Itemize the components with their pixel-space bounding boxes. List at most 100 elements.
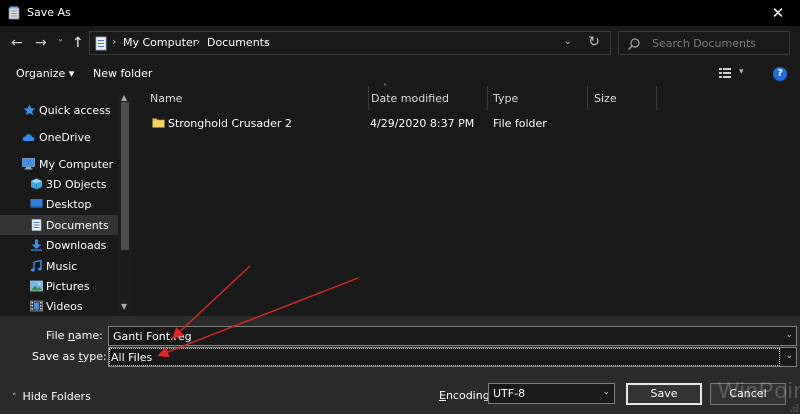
- close-button[interactable]: ✕: [756, 0, 800, 26]
- address-bar[interactable]: › My Computer › Documents › ⌄ ↻: [89, 31, 611, 55]
- sidebar-item-label: Pictures: [46, 280, 90, 293]
- scrollbar-thumb[interactable]: [121, 102, 129, 250]
- window-title: Save As: [27, 6, 71, 19]
- sidebar-item-videos[interactable]: Videos: [0, 296, 118, 316]
- file-type: File folder: [493, 117, 547, 130]
- document-folder-icon: [95, 36, 107, 51]
- label-text: Save as: [32, 350, 79, 363]
- sidebar-item-desktop[interactable]: Desktop: [0, 194, 118, 214]
- close-icon: ✕: [771, 4, 785, 22]
- sidebar-item-label: Music: [46, 260, 78, 273]
- desktop-icon: [30, 199, 43, 208]
- save-as-type-label: Save as type:: [32, 350, 107, 363]
- breadcrumb-my-computer[interactable]: My Computer: [123, 36, 197, 49]
- sidebar-item-label: 3D Objects: [46, 178, 107, 191]
- encoding-select[interactable]: UTF-8 ⌄: [488, 383, 615, 404]
- resize-grip-icon[interactable]: [790, 404, 798, 412]
- document-icon: [31, 219, 42, 231]
- navigation-pane: Quick access OneDrive My Computer 3D Obj…: [0, 94, 132, 316]
- sidebar-item-quick-access[interactable]: Quick access: [0, 100, 118, 120]
- column-header-label: Type: [493, 92, 519, 105]
- sidebar-item-music[interactable]: Music: [0, 256, 118, 276]
- cube-icon: [31, 178, 42, 190]
- column-header-label: Size: [594, 92, 617, 105]
- sidebar-scrollbar[interactable]: ▲ ▼: [118, 93, 132, 316]
- hide-folders-label: Hide Folders: [22, 390, 91, 403]
- file-list: ˄ Name Date modified Type Size Stronghol…: [132, 83, 800, 316]
- forward-button[interactable]: →: [35, 35, 47, 51]
- file-date-modified: 4/29/2020 8:37 PM: [370, 117, 475, 130]
- chevron-down-icon[interactable]: ⌄: [602, 387, 610, 397]
- label-text: ncoding:: [445, 389, 494, 402]
- view-dropdown-button[interactable]: ▾: [739, 67, 744, 77]
- file-name: Stronghold Crusader 2: [168, 117, 292, 130]
- sidebar-item-label: Downloads: [46, 239, 107, 252]
- folder-icon: [152, 118, 165, 128]
- watermark: WinPoin: [718, 378, 800, 403]
- focus-outline: [109, 348, 780, 366]
- breadcrumb-separator: ›: [196, 35, 201, 48]
- encoding-label: Encoding:: [439, 389, 493, 402]
- file-row[interactable]: Stronghold Crusader 2 4/29/2020 8:37 PM …: [144, 114, 664, 134]
- column-header-size[interactable]: Size: [588, 86, 656, 110]
- command-bar: Organize ▾ New folder ▾ ?: [0, 62, 800, 86]
- new-folder-button[interactable]: New folder: [93, 67, 152, 80]
- file-name-input[interactable]: Ganti Font.reg ⌄: [108, 326, 797, 346]
- star-icon: [23, 104, 36, 116]
- breadcrumb-separator: ›: [112, 35, 117, 48]
- download-icon: [31, 239, 42, 251]
- address-dropdown-button[interactable]: ⌄: [564, 36, 572, 47]
- column-header-label: Date modified: [371, 92, 449, 105]
- hide-folders-button[interactable]: ˄ Hide Folders: [12, 390, 91, 403]
- breadcrumb-separator: ›: [264, 35, 269, 48]
- computer-icon: [22, 158, 35, 170]
- label-accesskey: n: [67, 329, 75, 342]
- help-button[interactable]: ?: [773, 67, 787, 81]
- encoding-value: UTF-8: [493, 387, 526, 400]
- label-text: ame:: [74, 329, 103, 342]
- sidebar-item-3d-objects[interactable]: 3D Objects: [0, 174, 118, 194]
- save-as-type-value: All Files: [111, 351, 153, 364]
- video-icon: [30, 300, 43, 312]
- recent-locations-button[interactable]: ˅: [58, 37, 63, 53]
- chevron-up-icon: ˄: [12, 393, 17, 403]
- column-header-date-modified[interactable]: Date modified: [365, 86, 487, 110]
- label-accesskey: E: [439, 389, 446, 402]
- sidebar-item-label: Documents: [46, 219, 109, 232]
- column-header-label: Name: [150, 92, 183, 105]
- sidebar-item-downloads[interactable]: Downloads: [0, 235, 118, 255]
- sidebar-item-label: Desktop: [46, 198, 92, 211]
- organize-button[interactable]: Organize ▾: [16, 67, 74, 80]
- sidebar-item-onedrive[interactable]: OneDrive: [0, 127, 118, 147]
- save-as-type-select[interactable]: All Files ⌄: [108, 347, 797, 367]
- picture-icon: [30, 280, 43, 292]
- chevron-down-icon[interactable]: ⌄: [785, 351, 793, 361]
- file-name-label: File name:: [46, 329, 103, 342]
- search-icon: [628, 38, 640, 50]
- column-header-name[interactable]: Name: [144, 86, 368, 110]
- sidebar-item-label: My Computer: [39, 158, 114, 171]
- view-options-icon[interactable]: [719, 68, 731, 78]
- back-button[interactable]: ←: [11, 35, 23, 51]
- sidebar-item-pictures[interactable]: Pictures: [0, 276, 118, 296]
- sidebar-item-documents[interactable]: Documents: [0, 215, 118, 235]
- search-placeholder: Search Documents: [652, 37, 757, 50]
- file-name-value: Ganti Font.reg: [113, 330, 192, 343]
- sidebar-item-my-computer[interactable]: My Computer: [0, 154, 118, 174]
- column-header-type[interactable]: Type: [487, 86, 587, 110]
- save-button[interactable]: Save: [626, 383, 702, 405]
- sidebar-item-label: Videos: [46, 300, 83, 313]
- column-divider[interactable]: [656, 86, 657, 110]
- scroll-down-icon[interactable]: ▼: [121, 302, 127, 311]
- up-button[interactable]: ↑: [72, 35, 84, 51]
- search-box[interactable]: Search Documents: [618, 31, 790, 55]
- music-icon: [30, 260, 42, 272]
- scroll-up-icon[interactable]: ▲: [121, 93, 127, 102]
- sidebar-item-label: Quick access: [39, 104, 111, 117]
- cloud-icon: [22, 134, 35, 141]
- chevron-down-icon[interactable]: ⌄: [785, 330, 793, 340]
- label-text: ype:: [82, 350, 107, 363]
- breadcrumb-documents[interactable]: Documents: [207, 36, 270, 49]
- refresh-button[interactable]: ↻: [588, 34, 600, 50]
- title-bar: Save As ✕: [0, 0, 800, 26]
